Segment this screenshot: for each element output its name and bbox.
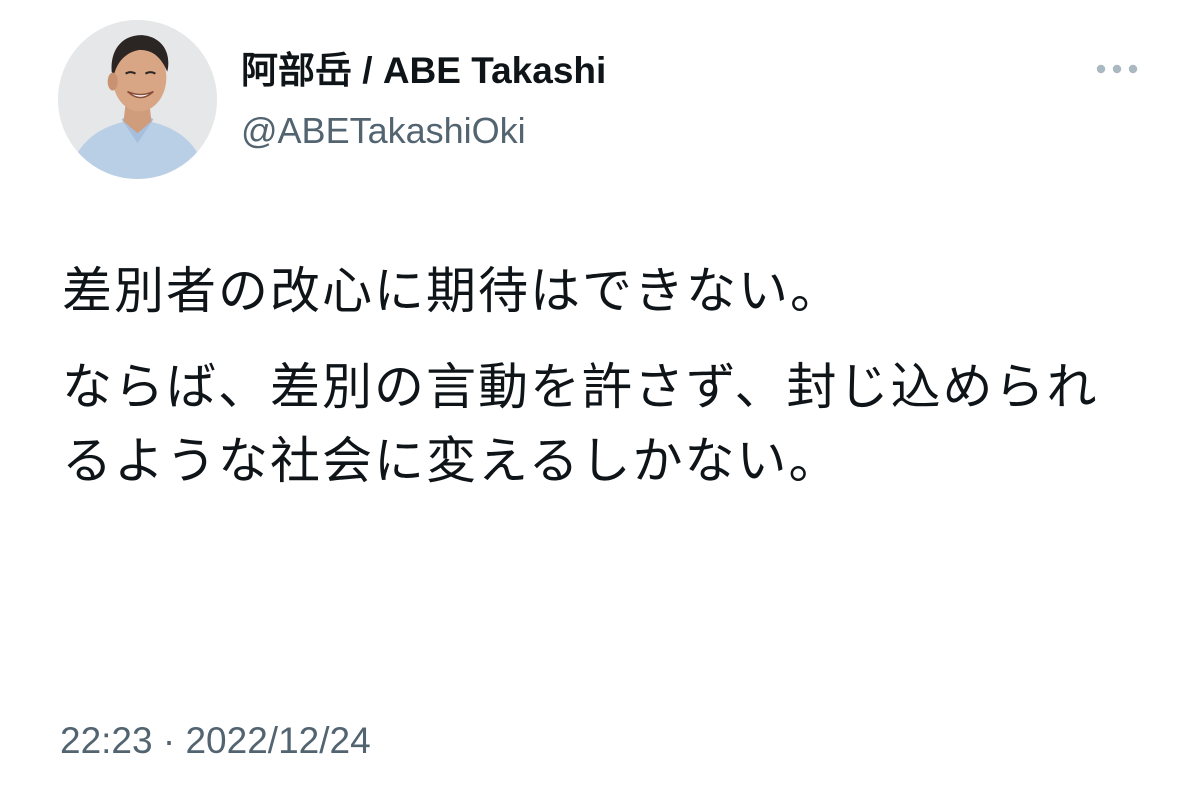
more-options-button[interactable] bbox=[1088, 54, 1146, 84]
avatar[interactable] bbox=[58, 20, 217, 179]
tweet-paragraph: ならば、差別の言動を許さず、封じ込められるような社会に変えるしかない。 bbox=[62, 358, 1099, 490]
tweet-paragraph: 差別者の改心に期待はできない。 bbox=[62, 262, 842, 320]
tweet-date: 2022/12/24 bbox=[185, 720, 371, 761]
tweet-time: 22:23 bbox=[60, 720, 153, 761]
tweet-timestamp[interactable]: 22:23 · 2022/12/24 bbox=[60, 717, 371, 765]
meta-separator: · bbox=[162, 720, 176, 761]
more-horizontal-icon bbox=[1096, 64, 1138, 74]
author-handle[interactable]: @ABETakashiOki bbox=[241, 108, 526, 154]
tweet-text: 差別者の改心に期待はできない。 ならば、差別の言動を許さず、封じ込められるような… bbox=[62, 254, 1142, 498]
avatar-photo bbox=[58, 20, 217, 179]
tweet-card: 阿部岳 / ABE Takashi @ABETakashiOki 差別者の改心に… bbox=[0, 0, 1200, 795]
author-display-name[interactable]: 阿部岳 / ABE Takashi bbox=[241, 46, 606, 96]
